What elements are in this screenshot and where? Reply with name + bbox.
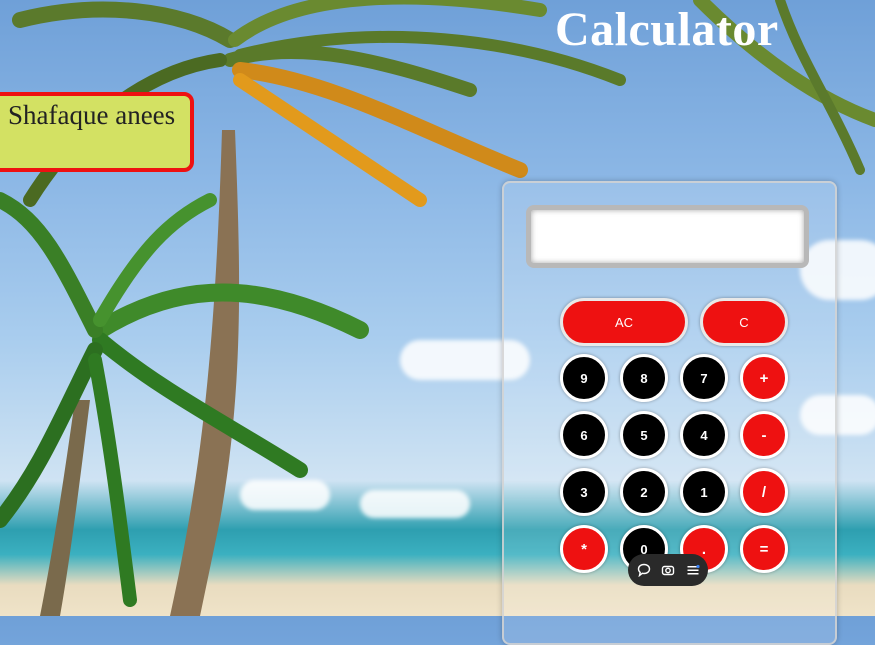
digit-8-button[interactable]: 8 [620, 354, 668, 402]
divide-button[interactable]: / [740, 468, 788, 516]
menu-icon[interactable] [684, 561, 702, 579]
digit-1-button[interactable]: 1 [680, 468, 728, 516]
floating-toolbar [628, 554, 708, 586]
multiply-button[interactable]: * [560, 525, 608, 573]
digit-6-button[interactable]: 6 [560, 411, 608, 459]
all-clear-button[interactable]: AC [560, 298, 688, 346]
minus-button[interactable]: - [740, 411, 788, 459]
digit-4-button[interactable]: 4 [680, 411, 728, 459]
chat-icon[interactable] [635, 561, 653, 579]
digit-5-button[interactable]: 5 [620, 411, 668, 459]
calculator-display[interactable] [526, 205, 809, 268]
camera-icon[interactable] [659, 561, 677, 579]
plus-button[interactable]: + [740, 354, 788, 402]
author-name-card: Shafaque anees [0, 92, 194, 172]
digit-7-button[interactable]: 7 [680, 354, 728, 402]
digit-9-button[interactable]: 9 [560, 354, 608, 402]
author-name: Shafaque anees [8, 100, 176, 130]
equals-button[interactable]: = [740, 525, 788, 573]
digit-2-button[interactable]: 2 [620, 468, 668, 516]
page-title: Calculator [555, 3, 779, 56]
clear-button[interactable]: C [700, 298, 788, 346]
digit-3-button[interactable]: 3 [560, 468, 608, 516]
